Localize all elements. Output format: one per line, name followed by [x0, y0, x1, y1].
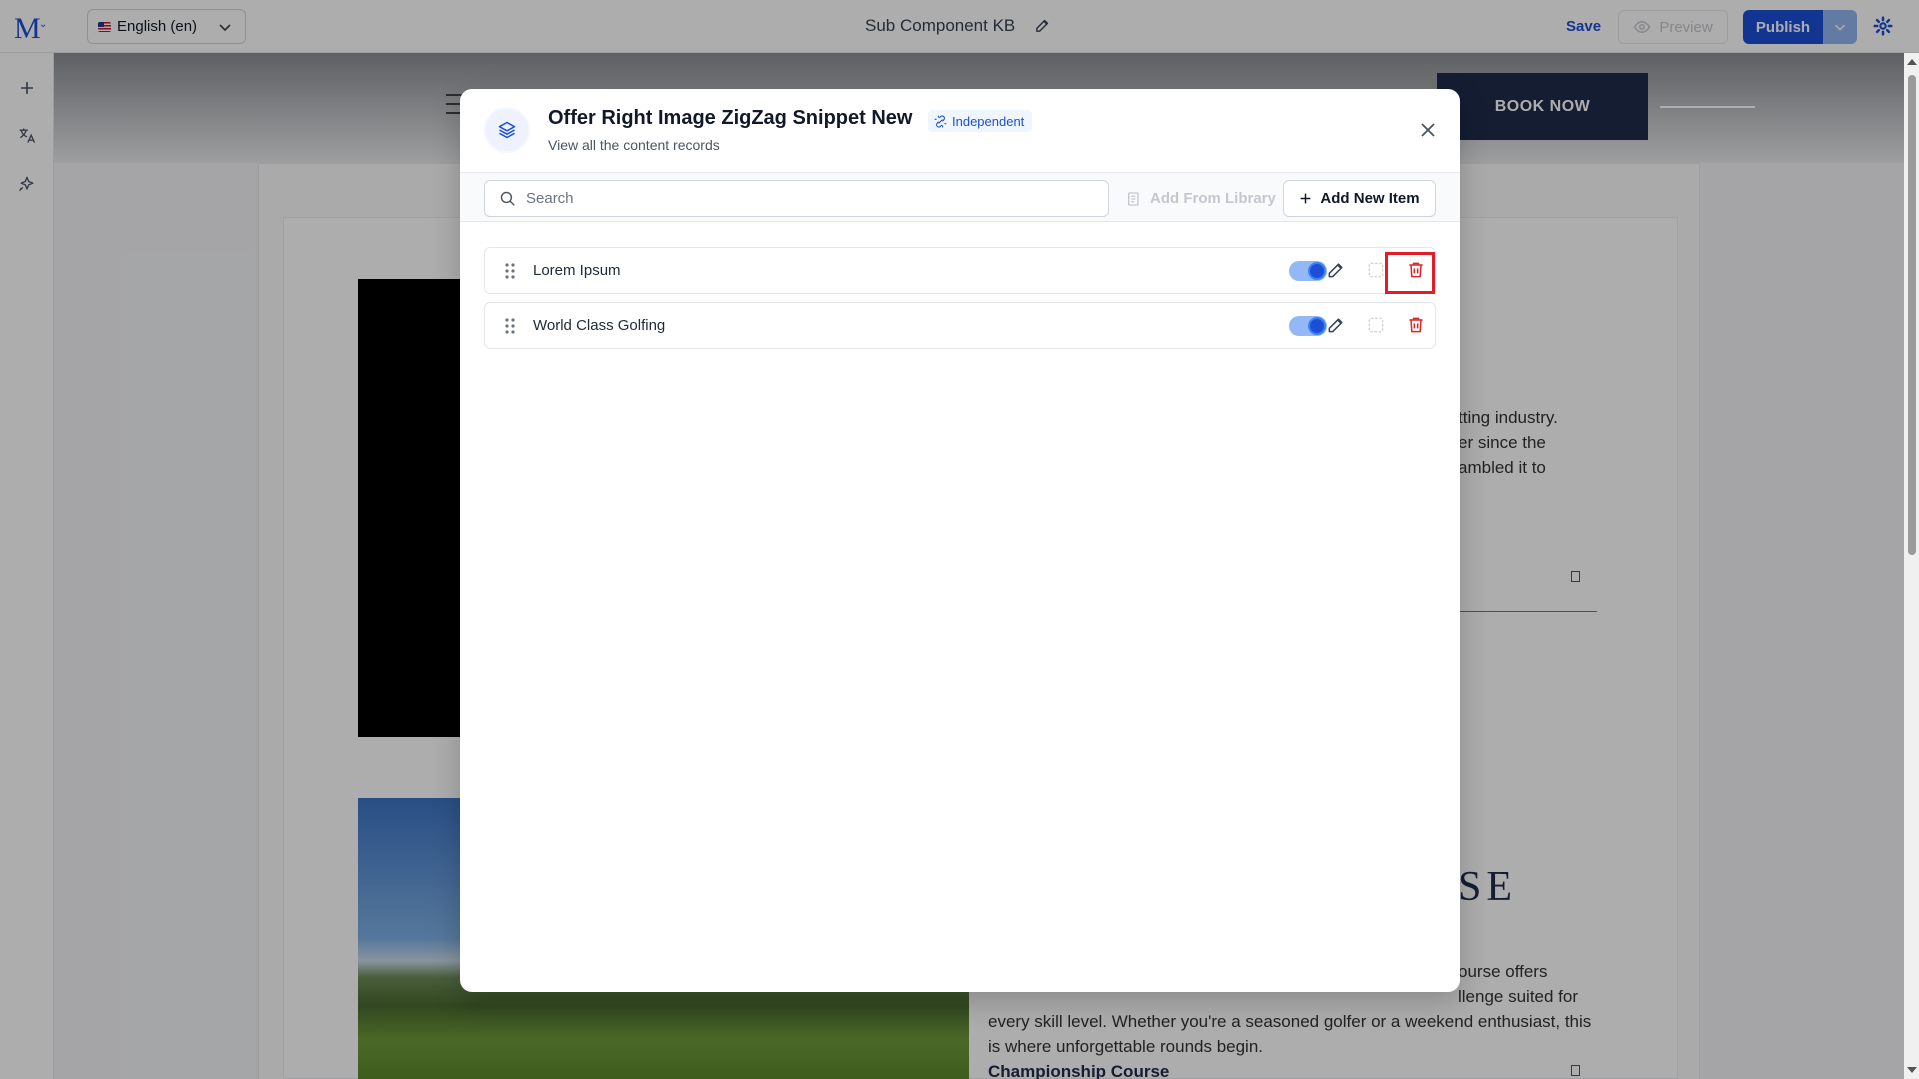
- plus-icon: [1301, 193, 1311, 204]
- pencil-icon[interactable]: [1326, 315, 1346, 335]
- scroll-up-arrow[interactable]: [1907, 59, 1917, 65]
- scroll-down-arrow[interactable]: [1907, 1067, 1917, 1073]
- link-break-icon: [934, 114, 947, 128]
- search-input[interactable]: [526, 190, 1086, 207]
- add-new-item-label: Add New Item: [1320, 190, 1420, 207]
- layers-icon: [484, 107, 530, 153]
- trash-icon[interactable]: [1406, 315, 1426, 335]
- search-icon: [500, 191, 515, 206]
- search-field[interactable]: [484, 180, 1109, 217]
- badge-label: Independent: [952, 113, 1025, 129]
- independent-badge: Independent: [928, 110, 1033, 132]
- add-from-library-label: Add From Library: [1150, 190, 1276, 207]
- highlight-box: [1385, 252, 1435, 294]
- modal-toolbar: Add From Library Add New Item: [460, 173, 1460, 222]
- item-label: World Class Golfing: [533, 317, 666, 334]
- modal-title: Offer Right Image ZigZag Snippet New: [548, 107, 913, 129]
- item-label: Lorem Ipsum: [533, 262, 621, 279]
- add-from-library-button[interactable]: Add From Library: [1126, 180, 1276, 217]
- visibility-toggle[interactable]: [1289, 261, 1327, 281]
- modal-subtitle: View all the content records: [548, 137, 720, 153]
- scrollbar[interactable]: [1904, 53, 1919, 1079]
- list-item: Lorem Ipsum: [484, 247, 1436, 294]
- content-records-modal: Offer Right Image ZigZag Snippet New Ind…: [460, 89, 1460, 992]
- drag-handle-icon[interactable]: [504, 317, 516, 335]
- toggle-knob: [1308, 317, 1326, 335]
- toggle-knob: [1308, 262, 1326, 280]
- duplicate-icon[interactable]: [1366, 260, 1386, 280]
- visibility-toggle[interactable]: [1289, 316, 1327, 336]
- add-new-item-button[interactable]: Add New Item: [1283, 180, 1436, 217]
- list-item: World Class Golfing: [484, 302, 1436, 349]
- modal-header: Offer Right Image ZigZag Snippet New Ind…: [460, 89, 1460, 173]
- library-icon: [1128, 191, 1139, 206]
- close-button[interactable]: [1416, 118, 1440, 142]
- duplicate-icon[interactable]: [1366, 315, 1386, 335]
- close-icon: [1421, 123, 1435, 137]
- drag-handle-icon[interactable]: [504, 262, 516, 280]
- scroll-thumb[interactable]: [1908, 75, 1916, 555]
- pencil-icon[interactable]: [1326, 260, 1346, 280]
